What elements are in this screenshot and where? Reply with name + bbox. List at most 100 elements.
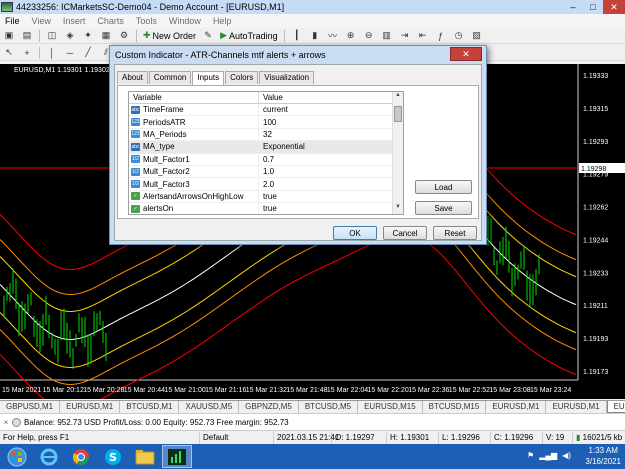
- toolbar-separator: [39, 46, 40, 59]
- input-row[interactable]: ✓ AlertsandArrowsOnHighLow true: [129, 190, 403, 204]
- market-watch-icon[interactable]: ◫: [45, 30, 59, 42]
- status-help: For Help, press F1: [0, 431, 200, 444]
- chart-tab[interactable]: EURUSD,M1: [486, 401, 547, 413]
- cancel-button[interactable]: Cancel: [383, 226, 427, 240]
- chart-tab[interactable]: EURUSD,M1: [546, 401, 607, 413]
- scroll-down-icon[interactable]: ▼: [393, 204, 403, 214]
- input-value[interactable]: Exponential: [259, 141, 393, 152]
- input-row[interactable]: ✓ alertsOn true: [129, 203, 403, 214]
- input-row[interactable]: 1/2 Mult_Factor2 1.0: [129, 165, 403, 179]
- input-value[interactable]: true: [259, 191, 393, 202]
- chart-shift-icon[interactable]: ⇤: [416, 30, 430, 42]
- scroll-thumb[interactable]: [394, 106, 402, 122]
- input-row[interactable]: 1/2 Mult_Factor3 2.0: [129, 178, 403, 191]
- input-row[interactable]: 123 PeriodsATR 100: [129, 116, 403, 129]
- menu-charts[interactable]: Charts: [91, 16, 130, 26]
- templates-icon[interactable]: ▧: [470, 30, 484, 42]
- terminal-icon[interactable]: ▦: [99, 30, 113, 42]
- ok-button[interactable]: OK: [333, 226, 377, 240]
- chart-tab[interactable]: BTCUSD,M1: [120, 401, 180, 413]
- line-chart-icon[interactable]: 〰: [326, 30, 340, 42]
- tab-visualization[interactable]: Visualization: [259, 71, 315, 84]
- skype-icon[interactable]: S: [98, 445, 128, 468]
- grid-rows: abc TimeFrame current 123 PeriodsATR 100 123 MA…: [129, 104, 403, 214]
- data-window-icon[interactable]: ◈: [63, 30, 77, 42]
- input-value[interactable]: 2.0: [259, 178, 393, 189]
- horizontal-line-icon[interactable]: ─: [63, 47, 77, 59]
- custom-indicator-dialog: Custom Indicator - ATR-Channels mtf aler…: [109, 45, 487, 245]
- input-value[interactable]: true: [259, 203, 393, 214]
- tab-inputs[interactable]: Inputs: [192, 71, 225, 85]
- menu-help[interactable]: Help: [207, 16, 238, 26]
- grid-scrollbar[interactable]: ▲ ▼: [392, 92, 403, 214]
- chart-tab[interactable]: BTCUSD,M15: [423, 401, 487, 413]
- close-button[interactable]: ✕: [603, 0, 625, 14]
- time-axis-label: 15 Mar 23:24: [530, 387, 571, 394]
- tester-icon[interactable]: ⚙: [117, 30, 131, 42]
- flag-icon[interactable]: ⚑: [527, 451, 534, 460]
- folder-icon[interactable]: [130, 445, 160, 468]
- tab-colors[interactable]: Colors: [225, 71, 259, 84]
- input-row[interactable]: abc TimeFrame current: [129, 104, 403, 117]
- chart-tab[interactable]: EURUSD,M15: [358, 401, 423, 413]
- header-variable[interactable]: Variable: [129, 92, 259, 103]
- minimize-button[interactable]: –: [563, 0, 583, 14]
- time-axis-label: 15 Mar 23:08: [489, 387, 530, 394]
- zoom-out-icon[interactable]: ⊖: [362, 30, 376, 42]
- cursor-icon[interactable]: ↖: [2, 47, 16, 59]
- reset-button[interactable]: Reset: [433, 226, 477, 240]
- bar-chart-icon[interactable]: ┃: [290, 30, 304, 42]
- tab-about[interactable]: About: [117, 71, 148, 84]
- scroll-up-icon[interactable]: ▲: [393, 92, 403, 102]
- chart-tab[interactable]: XAUUSD,M5: [179, 401, 240, 413]
- input-value[interactable]: current: [259, 104, 393, 115]
- new-chart-icon[interactable]: ▣: [2, 30, 16, 42]
- menu-file[interactable]: File: [0, 16, 26, 26]
- input-row[interactable]: 1/2 Mult_Factor1 0.7: [129, 153, 403, 166]
- chart-tab-active[interactable]: EURUSD,M1: [606, 401, 625, 413]
- clock[interactable]: 1:33 AM 3/16/2021: [585, 445, 621, 467]
- ie-icon[interactable]: [34, 445, 64, 468]
- chart-tab[interactable]: GBPUSD,M1: [0, 401, 61, 413]
- input-value[interactable]: 1.0: [259, 166, 393, 177]
- chart-tab[interactable]: BTCUSD,M5: [299, 401, 359, 413]
- trendline-icon[interactable]: ╱: [81, 47, 95, 59]
- zoom-in-icon[interactable]: ⊕: [344, 30, 358, 42]
- dialog-close-button[interactable]: ✕: [450, 47, 482, 61]
- navigator-icon[interactable]: ✦: [81, 30, 95, 42]
- menu-insert[interactable]: Insert: [57, 16, 92, 26]
- terminal-close-icon[interactable]: ×: [0, 418, 12, 427]
- new-order-button[interactable]: ✚ New Order: [140, 30, 199, 41]
- new-order-label: New Order: [152, 30, 197, 41]
- crosshair-icon[interactable]: +: [20, 47, 34, 59]
- autoscroll-icon[interactable]: ⇥: [398, 30, 412, 42]
- network-icon[interactable]: ▂▄▆: [539, 451, 557, 460]
- input-row[interactable]: abc MA_type Exponential: [129, 141, 403, 154]
- menu-tools[interactable]: Tools: [130, 16, 163, 26]
- tab-common[interactable]: Common: [148, 71, 192, 84]
- chrome-icon[interactable]: [66, 445, 96, 468]
- candle-chart-icon[interactable]: ▮: [308, 30, 322, 42]
- chart-tab[interactable]: EURUSD,M1: [60, 401, 121, 413]
- maximize-button[interactable]: □: [583, 0, 603, 14]
- input-value[interactable]: 0.7: [259, 154, 393, 165]
- menu-window[interactable]: Window: [163, 16, 207, 26]
- profiles-icon[interactable]: ▤: [20, 30, 34, 42]
- input-value[interactable]: 100: [259, 116, 393, 127]
- volume-icon[interactable]: ◀): [562, 451, 571, 460]
- tile-windows-icon[interactable]: ▥: [380, 30, 394, 42]
- chart-tab[interactable]: GBPNZD,M5: [239, 401, 299, 413]
- metaeditor-icon[interactable]: ✎: [201, 30, 215, 42]
- metatrader-taskbar-icon[interactable]: [162, 445, 192, 468]
- save-button[interactable]: Save: [415, 201, 472, 215]
- menu-view[interactable]: View: [26, 16, 57, 26]
- autotrading-button[interactable]: ▶ AutoTrading: [217, 30, 281, 41]
- header-value[interactable]: Value: [259, 92, 393, 103]
- vertical-line-icon[interactable]: │: [45, 47, 59, 59]
- input-row[interactable]: 123 MA_Periods 32: [129, 128, 403, 142]
- start-button[interactable]: [2, 445, 32, 468]
- load-button[interactable]: Load: [415, 180, 472, 194]
- input-value[interactable]: 32: [259, 129, 393, 140]
- periods-icon[interactable]: ◷: [452, 30, 466, 42]
- indicators-icon[interactable]: ƒ: [434, 30, 448, 42]
